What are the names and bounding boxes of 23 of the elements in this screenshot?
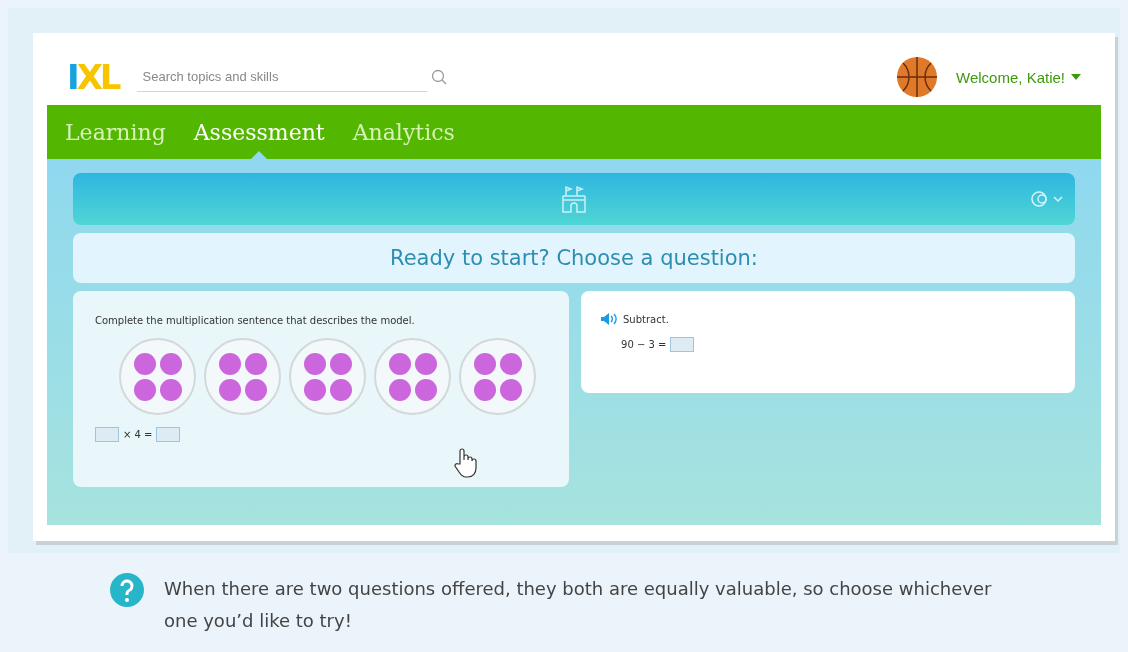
tip-text: When there are two questions offered, they both are equally valuable, so choose whichever one you’d like to try! [164,577,993,633]
answer-box[interactable] [670,337,695,352]
hand-cursor-icon [453,447,477,479]
equation-text: 90 − 3 = [621,339,667,350]
nav-tab[interactable]: Assessment [193,105,325,159]
answer-box[interactable] [156,427,181,442]
answer-box[interactable] [95,427,119,442]
basketball-icon [896,56,939,98]
speaker-icon[interactable] [601,313,619,325]
search-icon [430,69,447,85]
question-instruction: Subtract. [623,313,669,325]
question-card[interactable]: Complete the multiplication sentence that describes the model. × 4 = [73,291,569,487]
equation-text: × 4 = [123,429,153,440]
question-instruction: Complete the multiplication sentence that describes the model. [95,315,416,326]
logo[interactable]: IXL [67,60,119,94]
question-card[interactable]: Subtract. 90 − 3 = [581,291,1075,393]
caret-icon [1071,74,1081,80]
prompt-heading: Ready to start? Choose a question: [73,233,1075,283]
settings-icon[interactable] [1031,191,1063,207]
nav-tab[interactable]: Learning [65,105,166,159]
help-icon [110,573,144,607]
nav-tab[interactable]: Analytics [352,105,455,159]
welcome-menu[interactable]: Welcome, Katie! [956,68,1081,86]
